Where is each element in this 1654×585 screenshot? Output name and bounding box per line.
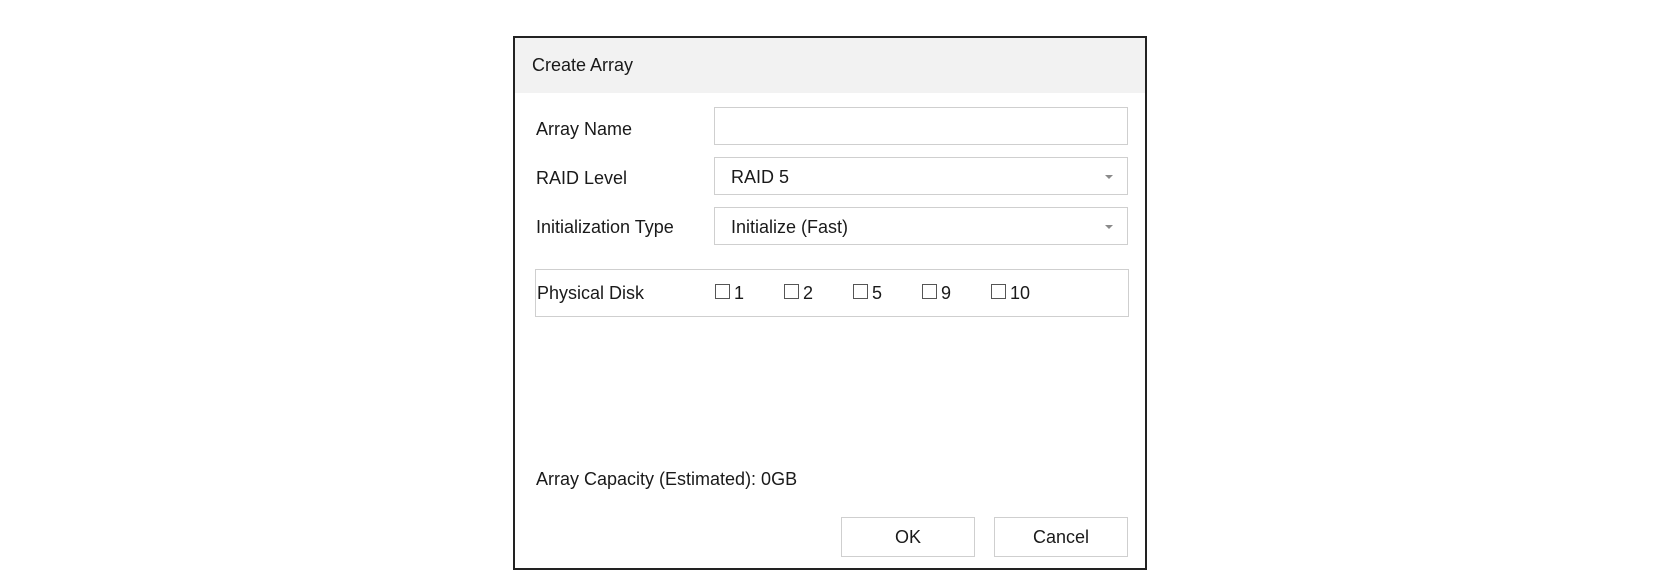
checkbox-unchecked-icon[interactable] — [991, 284, 1006, 299]
raid-level-value: RAID 5 — [731, 167, 790, 187]
init-type-value: Initialize (Fast) — [731, 217, 849, 237]
caret-down-icon — [1105, 175, 1113, 179]
disk-label-10: 10 — [1010, 283, 1031, 303]
physical-disk-group: Physical Disk 1 2 5 9 10 — [535, 269, 1129, 317]
array-name-label: Array Name — [536, 119, 633, 139]
disk-label-1: 1 — [734, 283, 745, 303]
array-capacity-text: Array Capacity (Estimated): 0GB — [536, 469, 798, 489]
array-name-field — [714, 107, 1128, 145]
init-type-select[interactable]: Initialize (Fast) — [714, 207, 1128, 245]
create-array-dialog: Create Array Array Name RAID Level RAID … — [513, 36, 1147, 570]
array-name-input[interactable] — [715, 108, 1127, 144]
raid-level-label: RAID Level — [536, 168, 628, 188]
dialog-title: Create Array — [532, 55, 634, 75]
checkbox-unchecked-icon[interactable] — [922, 284, 937, 299]
disk-label-9: 9 — [941, 283, 952, 303]
caret-down-icon — [1105, 225, 1113, 229]
raid-level-select[interactable]: RAID 5 — [714, 157, 1128, 195]
disk-label-2: 2 — [803, 283, 814, 303]
cancel-button[interactable]: Cancel — [994, 517, 1128, 557]
dialog-title-bar: Create Array — [515, 38, 1145, 93]
init-type-label: Initialization Type — [536, 217, 674, 237]
checkbox-unchecked-icon[interactable] — [715, 284, 730, 299]
physical-disk-label: Physical Disk — [537, 283, 645, 303]
checkbox-unchecked-icon[interactable] — [784, 284, 799, 299]
disk-label-5: 5 — [872, 283, 883, 303]
checkbox-unchecked-icon[interactable] — [853, 284, 868, 299]
ok-button[interactable]: OK — [841, 517, 975, 557]
